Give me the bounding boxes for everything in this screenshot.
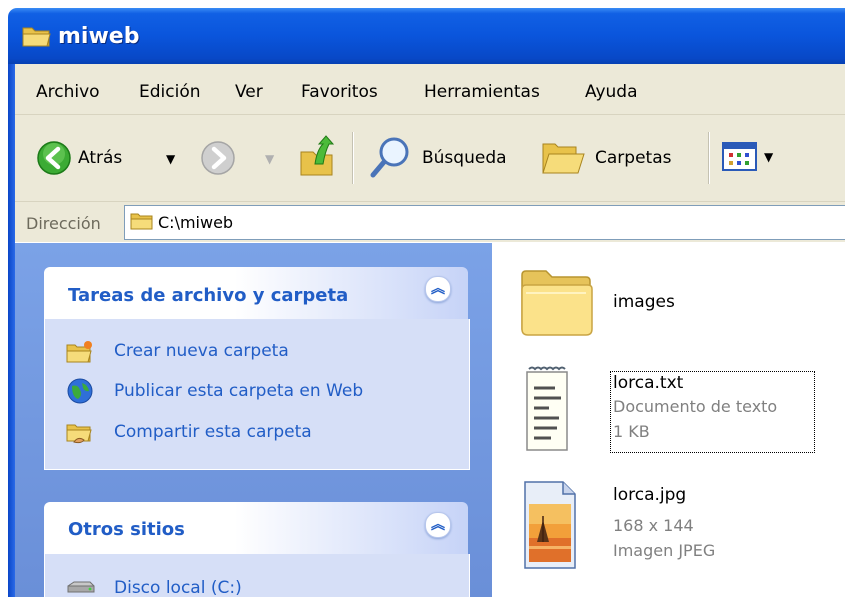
views-button[interactable]: ▼ xyxy=(722,142,784,174)
toolbar-separator xyxy=(708,132,709,184)
text-file-icon xyxy=(526,366,568,451)
folder-open-icon xyxy=(22,27,51,47)
search-label: Búsqueda xyxy=(422,148,507,168)
other-places-body xyxy=(44,554,470,597)
menu-ver[interactable]: Ver xyxy=(235,82,263,102)
views-grid-icon xyxy=(722,142,757,171)
forward-arrow-icon xyxy=(201,141,235,175)
share-folder-icon xyxy=(66,424,92,444)
file-item-lorca-jpg[interactable]: lorca.jpg 168 x 144 Imagen JPEG xyxy=(515,476,755,576)
back-label: Atrás xyxy=(78,148,123,168)
chevron-up-icon: ︽ xyxy=(431,281,445,297)
folder-icon xyxy=(521,270,593,336)
task-share-folder[interactable]: Compartir esta carpeta xyxy=(114,422,312,442)
local-disk-icon xyxy=(67,581,95,593)
back-arrow-icon xyxy=(37,141,71,175)
other-places-title: Otros sitios xyxy=(68,519,185,540)
toolbar-separator xyxy=(352,132,353,184)
window-border xyxy=(8,64,15,597)
menu-ayuda[interactable]: Ayuda xyxy=(585,82,638,102)
back-button[interactable]: Atrás ▼ xyxy=(34,136,179,180)
search-magnifier-icon xyxy=(370,137,409,178)
menu-favoritos[interactable]: Favoritos xyxy=(301,82,378,102)
place-local-disk[interactable]: Disco local (C:) xyxy=(114,578,242,598)
task-publish-web[interactable]: Publicar esta carpeta en Web xyxy=(114,381,363,401)
folders-label: Carpetas xyxy=(595,148,672,168)
folders-icon xyxy=(542,143,585,174)
file-name: images xyxy=(613,292,675,312)
file-item-images[interactable]: images xyxy=(515,258,755,348)
explorer-window: miweb Archivo Edición Ver Favoritos Herr… xyxy=(0,0,845,598)
up-folder-icon[interactable] xyxy=(297,134,337,178)
file-type: Imagen JPEG xyxy=(613,541,716,560)
tasks-collapse-button[interactable]: ︽ xyxy=(425,276,451,302)
image-file-icon xyxy=(524,481,576,569)
menu-archivo[interactable]: Archivo xyxy=(36,82,100,102)
other-places-collapse-button[interactable]: ︽ xyxy=(425,512,451,538)
file-name: lorca.jpg xyxy=(613,485,687,505)
folders-button[interactable]: Carpetas xyxy=(539,134,699,180)
back-dropdown-arrow-icon[interactable]: ▼ xyxy=(166,152,175,166)
folder-icon xyxy=(130,213,153,230)
tasks-panel-title: Tareas de archivo y carpeta xyxy=(68,285,349,306)
file-dimensions: 168 x 144 xyxy=(613,516,694,535)
menu-herramientas[interactable]: Herramientas xyxy=(424,82,540,102)
selection-focus-rect xyxy=(610,371,815,453)
menu-edicion[interactable]: Edición xyxy=(139,82,201,102)
chevron-up-icon: ︽ xyxy=(431,517,445,533)
task-create-folder[interactable]: Crear nueva carpeta xyxy=(114,341,289,361)
publish-web-icon xyxy=(67,378,93,404)
forward-button[interactable]: ▼ xyxy=(198,138,283,180)
search-button[interactable]: Búsqueda xyxy=(366,134,526,180)
forward-dropdown-arrow-icon: ▼ xyxy=(265,152,275,166)
address-label: Dirección xyxy=(26,214,101,233)
views-dropdown-arrow-icon: ▼ xyxy=(764,150,774,164)
address-value: C:\miweb xyxy=(158,213,234,232)
window-title: miweb xyxy=(58,24,140,49)
new-folder-icon xyxy=(66,341,92,363)
